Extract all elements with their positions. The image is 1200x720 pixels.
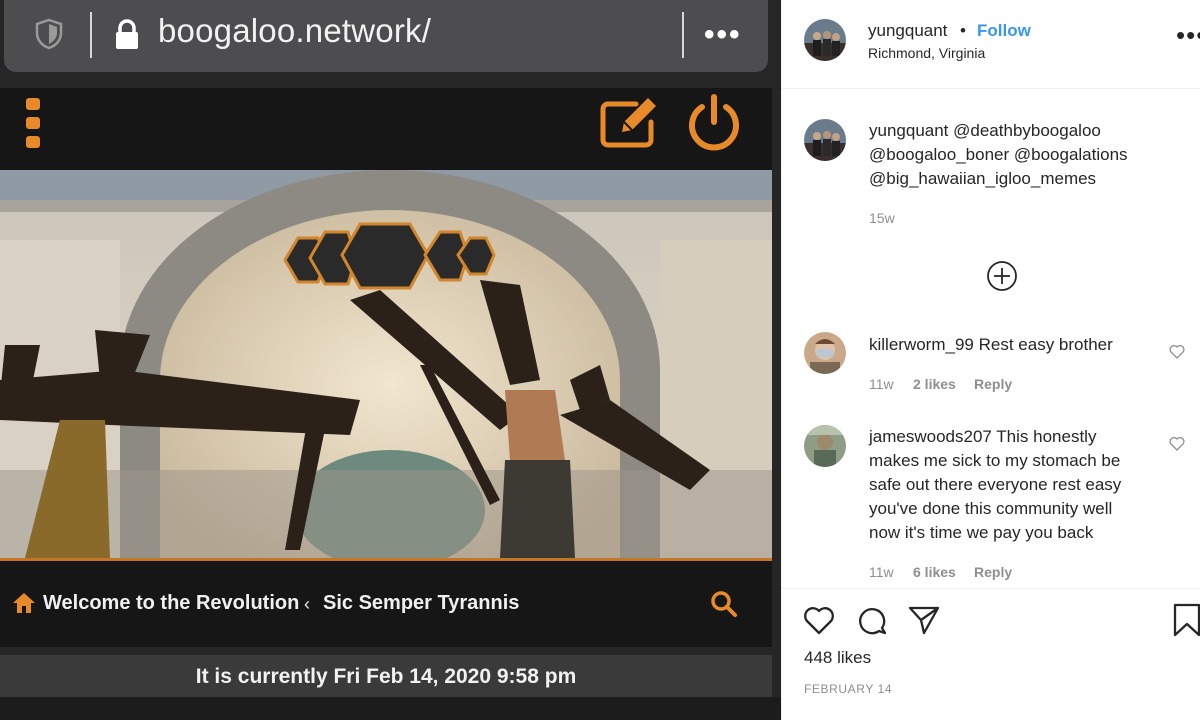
comment-likes[interactable]: 6 likes [913,564,956,580]
plus-circle-icon[interactable] [986,260,1018,292]
comment-username[interactable]: jameswoods207 [869,427,992,446]
caption-line[interactable]: @boogaloo_boner @boogalations [869,145,1128,164]
edit-pencil-icon[interactable] [600,96,660,148]
avatar[interactable] [804,332,846,374]
post-location[interactable]: Richmond, Virginia [868,45,985,61]
caption-age[interactable]: 15w [869,210,895,226]
comment-text: This honestly [996,427,1097,446]
avatar[interactable] [804,425,846,467]
comment-age[interactable]: 11w [869,376,894,392]
current-time-text: It is currently Fri Feb 14, 2020 9:58 pm [195,665,577,688]
heart-icon[interactable] [802,603,836,637]
comment-text: makes me sick to my stomach be [869,451,1121,470]
post-author-username[interactable]: yungquant [868,21,947,41]
comment: killerworm_99 Rest easy brother [869,333,1169,357]
forum-banner-image [0,170,772,558]
paper-plane-icon[interactable] [907,603,941,637]
breadcrumb-link-home[interactable]: Welcome to the Revolution [43,592,299,615]
header-separator: • [960,21,966,40]
comment-username[interactable]: killerworm_99 [869,335,974,354]
breadcrumb-separator: ‹ [304,594,310,614]
comment-text: Rest easy brother [978,335,1113,354]
search-icon[interactable] [710,590,738,618]
bookmark-icon[interactable] [1170,603,1200,637]
caption-line[interactable]: @big_hawaiian_igloo_memes [869,169,1096,188]
heart-icon[interactable] [1169,436,1185,451]
actions-divider [782,588,1200,589]
heart-icon[interactable] [1169,344,1185,359]
caption: yungquant @deathbyboogaloo @boogaloo_bon… [869,119,1189,191]
caption-line[interactable]: @deathbyboogaloo [953,121,1101,140]
vertical-dots-menu-icon[interactable] [25,98,41,148]
post-date: FEBRUARY 14 [804,682,893,696]
comment-text: safe out there everyone rest easy [869,475,1122,494]
comment-icon[interactable] [855,603,889,637]
bottom-strip [0,697,781,720]
lock-icon [116,19,138,49]
follow-button[interactable]: Follow [977,21,1031,41]
more-options-icon[interactable]: ••• [1176,22,1200,48]
more-dots-icon[interactable]: ••• [704,20,742,50]
reply-button[interactable]: Reply [974,564,1012,580]
comment-likes[interactable]: 2 likes [913,376,956,392]
header-divider [782,88,1200,89]
reply-button[interactable]: Reply [974,376,1012,392]
comment-text: now it's time we pay you back [869,523,1094,542]
forum-screenshot: boogaloo.network/ ••• Welcome to the Rev… [0,0,781,720]
url-text[interactable]: boogaloo.network/ [158,12,431,50]
power-icon[interactable] [685,94,743,152]
browser-url-bar[interactable]: boogaloo.network/ ••• [4,0,768,72]
instagram-panel: yungquant • Follow Richmond, Virginia ••… [781,0,1200,720]
avatar[interactable] [804,19,846,61]
url-bar-divider [682,12,684,58]
breadcrumb-link-section[interactable]: Sic Semper Tyrannis [323,592,519,615]
caption-username[interactable]: yungquant [869,121,948,140]
home-icon[interactable] [12,592,36,614]
url-bar-divider [90,12,92,58]
comment: jameswoods207 This honestly makes me sic… [869,425,1169,545]
comment-text: you've done this community well [869,499,1113,518]
avatar[interactable] [804,119,846,161]
comment-age[interactable]: 11w [869,564,894,580]
likes-count[interactable]: 448 likes [804,648,871,668]
shield-icon[interactable] [34,18,64,50]
